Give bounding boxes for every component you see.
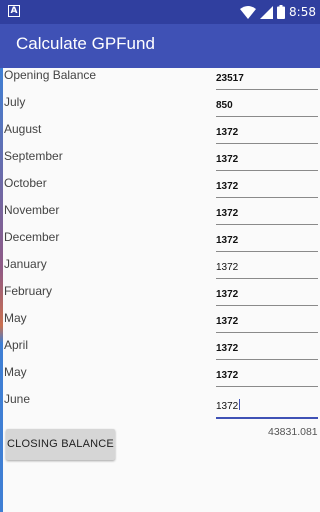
row-label: Opening Balance <box>4 68 97 82</box>
row-label: February <box>4 284 53 298</box>
row-label: May <box>4 365 27 379</box>
form-row: August 1372 <box>0 122 320 149</box>
row-label: April <box>4 338 29 352</box>
amount-input[interactable]: 1372 <box>216 260 318 279</box>
form-row: October 1372 <box>0 176 320 203</box>
row-label: July <box>4 95 26 109</box>
text-cursor <box>239 399 241 410</box>
row-label: September <box>4 149 63 163</box>
app-bar: Calculate GPFund <box>0 24 320 68</box>
row-label: December <box>4 230 60 244</box>
clock: 8:58 <box>289 5 316 19</box>
wifi-icon <box>240 5 257 19</box>
row-label: October <box>4 176 47 190</box>
amount-input[interactable]: 1372 <box>216 179 318 198</box>
row-label: January <box>4 257 47 271</box>
amount-input[interactable]: 1372 <box>216 368 318 387</box>
amount-input[interactable]: 1372 <box>216 125 318 144</box>
closing-balance-result: 43831.081 <box>268 426 318 438</box>
form-row: June 1372 <box>0 392 320 419</box>
app-title: Calculate GPFund <box>16 34 155 53</box>
notification-icon: A <box>8 5 20 17</box>
amount-input-focused[interactable]: 1372 <box>216 399 318 419</box>
form-row: January 1372 <box>0 257 320 284</box>
form-row: April 1372 <box>0 338 320 365</box>
amount-input[interactable]: 1372 <box>216 314 318 333</box>
form-row: September 1372 <box>0 149 320 176</box>
amount-input[interactable]: 1372 <box>216 341 318 360</box>
amount-input[interactable]: 1372 <box>216 206 318 225</box>
status-bar: A 8:58 <box>0 0 320 24</box>
form-row: November 1372 <box>0 203 320 230</box>
form-row: May 1372 <box>0 365 320 392</box>
form-row: May 1372 <box>0 311 320 338</box>
input-value: 1372 <box>216 401 239 412</box>
form-row: July 850 <box>0 95 320 122</box>
amount-input[interactable]: 1372 <box>216 152 318 171</box>
battery-icon <box>277 5 286 19</box>
form-row: December 1372 <box>0 230 320 257</box>
row-label: May <box>4 311 27 325</box>
amount-input[interactable]: 850 <box>216 98 318 117</box>
amount-input[interactable]: 23517 <box>216 71 318 90</box>
form-row: February 1372 <box>0 284 320 311</box>
signal-icon <box>260 5 274 19</box>
status-icons: 8:58 <box>240 3 316 21</box>
row-label: November <box>4 203 60 217</box>
amount-input[interactable]: 1372 <box>216 233 318 252</box>
form-row: Opening Balance 23517 <box>0 68 320 95</box>
row-label: June <box>4 392 31 406</box>
row-label: August <box>4 122 42 136</box>
amount-input[interactable]: 1372 <box>216 287 318 306</box>
closing-balance-button[interactable]: CLOSING BALANCE <box>6 429 115 460</box>
